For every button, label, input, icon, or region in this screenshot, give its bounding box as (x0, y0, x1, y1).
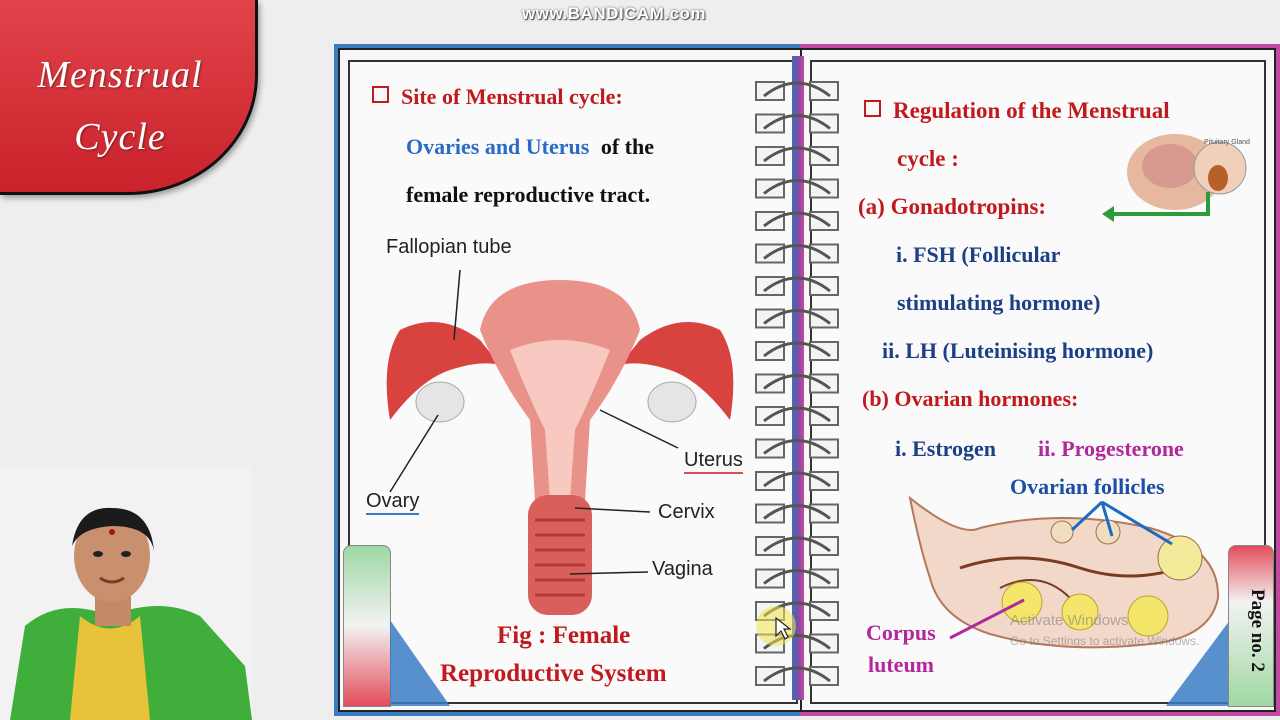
right-page-curl (1166, 620, 1230, 706)
fsh-line1: i. FSH (Follicular (896, 242, 1061, 267)
label-ovary: Ovary (366, 490, 420, 515)
label-uterus: Uterus (684, 449, 743, 474)
slide-title: Menstrual Cycle (10, 44, 230, 168)
label-fallopian-tube: Fallopian tube (386, 236, 512, 258)
title-banner: Menstrual Cycle (0, 0, 258, 195)
bullet-icon (864, 100, 881, 117)
site-heading-text: Site of Menstrual cycle: (401, 84, 623, 109)
ovarian-hormones-label: (b) Ovarian hormones: (862, 386, 1079, 411)
site-rest: of the (600, 134, 654, 159)
title-line2: Cycle (74, 116, 166, 158)
page-number: Page no. 2 (1247, 588, 1268, 672)
site-heading: Site of Menstrual cycle: (372, 84, 623, 110)
lh-line: ii. LH (Luteinising hormone) (882, 338, 1154, 363)
presenter-figure (0, 466, 252, 720)
estrogen-label: i. Estrogen (895, 436, 997, 461)
regulation-heading: Regulation of the Menstrual (864, 98, 1170, 124)
pituitary-label: Pituitary Gland (1204, 139, 1250, 146)
bullet-icon (372, 86, 389, 103)
fsh-line2: stimulating hormone) (897, 290, 1101, 315)
corpus-label-line1: Corpus (866, 620, 936, 645)
regulation-heading-line2: cycle : (897, 146, 959, 171)
cursor-highlight (756, 606, 796, 646)
caption-line1: Fig : Female (497, 622, 631, 649)
label-cervix: Cervix (658, 501, 715, 523)
regulation-heading-text: Regulation of the Menstrual (893, 98, 1170, 123)
presenter-video (0, 466, 252, 720)
ovarian-follicles-label: Ovarian follicles (1010, 474, 1165, 499)
title-line1: Menstrual (37, 54, 203, 96)
site-highlight: Ovaries and Uterus (406, 134, 590, 159)
gonadotropins-label: (a) Gonadotropins: (858, 194, 1047, 219)
label-vagina: Vagina (652, 558, 713, 580)
activate-windows-title: Activate Windows (1010, 612, 1129, 629)
caption-line2: Reproductive System (440, 660, 667, 687)
progesterone-label: ii. Progesterone (1038, 436, 1184, 461)
site-line2: female reproductive tract. (406, 182, 651, 207)
watermark: www.BANDICAM.com (522, 4, 706, 23)
corpus-label-line2: luteum (868, 652, 934, 677)
pituitary-illustration: Pituitary Gland (1102, 134, 1250, 222)
site-line1: Ovaries and Uterus of the (406, 134, 654, 160)
